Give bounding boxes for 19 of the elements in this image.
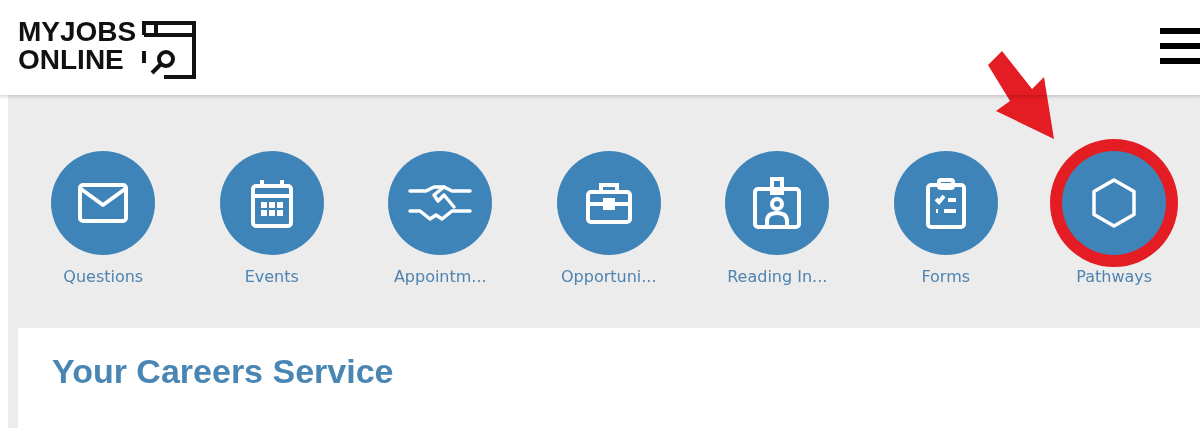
- calendar-icon: [250, 178, 293, 228]
- shortcut-label: Reading In...: [727, 267, 828, 286]
- shortcut-label: Pathways: [1076, 267, 1153, 286]
- logo-text: MYJOBS: [18, 18, 137, 46]
- clipboard-icon: [925, 177, 966, 229]
- logo-text: ONLINE: [18, 46, 125, 74]
- hexagon-icon: [1092, 178, 1137, 228]
- handshake-icon: [408, 183, 473, 223]
- shortcut-label: Events: [244, 267, 299, 286]
- section-heading: Your Careers Service: [52, 352, 395, 391]
- shortcut-label: Forms: [921, 267, 971, 286]
- shortcut-label: Appointm...: [393, 267, 487, 286]
- briefcase-icon: [585, 182, 632, 224]
- envelope-icon: [78, 183, 129, 223]
- shortcut-label: Opportuni...: [561, 267, 657, 286]
- shortcut-label: Questions: [63, 267, 144, 286]
- menu-icon[interactable]: [1160, 26, 1200, 66]
- window-magnifier-icon: [142, 21, 197, 79]
- id-badge-icon: [753, 177, 802, 229]
